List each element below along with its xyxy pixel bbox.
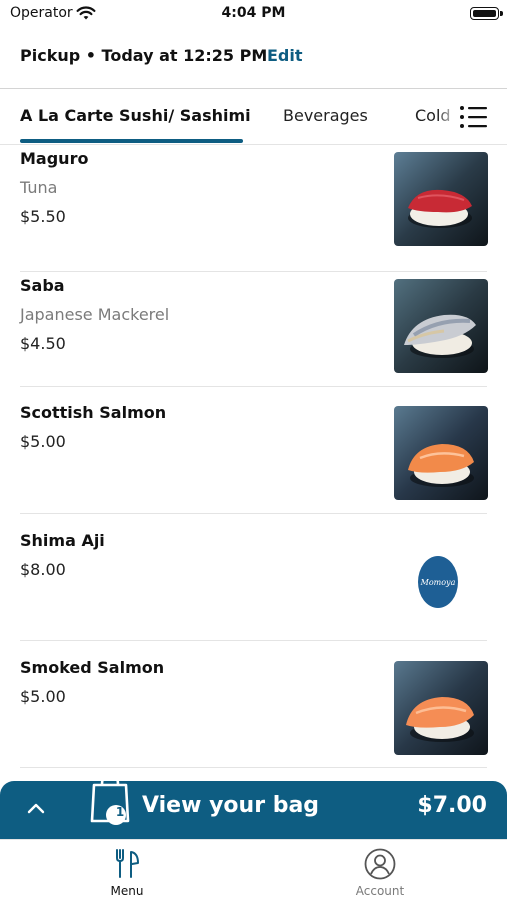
active-tab-indicator (20, 139, 243, 143)
menu-item-smoked-salmon[interactable]: Smoked Salmon $5.00 (0, 641, 507, 768)
battery-icon (470, 7, 503, 20)
user-circle-icon (364, 848, 396, 880)
chevron-up-icon[interactable] (26, 801, 46, 815)
smoked-salmon-nigiri-photo (394, 661, 488, 755)
logo-text: Momoya (420, 577, 456, 587)
view-bag-button[interactable]: 1 View your bag $7.00 (0, 771, 507, 839)
item-price: $5.00 (20, 432, 66, 451)
divider (20, 767, 487, 768)
menu-item-saba[interactable]: Saba Japanese Mackerel $4.50 (0, 260, 507, 387)
bag-total: $7.00 (417, 793, 487, 818)
tabbar-label: Account (355, 884, 405, 898)
tabbar-item-account[interactable]: Account (300, 840, 460, 900)
mackerel-nigiri-photo (394, 279, 488, 373)
status-time: 4:04 PM (221, 5, 286, 21)
view-bag-label: View your bag (142, 793, 320, 818)
category-tabs: A La Carte Sushi/ Sashimi Beverages Cold (0, 89, 507, 145)
item-name: Scottish Salmon (20, 403, 167, 422)
item-description: Tuna (20, 178, 58, 197)
item-name: Saba (20, 276, 65, 295)
tabbar-label: Menu (110, 884, 144, 898)
bottom-tab-bar: Menu Account (0, 839, 507, 900)
order-header: Pickup • Today at 12:25 PM Edit (0, 36, 507, 78)
menu-list: Maguro Tuna $5.50 Saba Japanese Mackerel… (0, 145, 507, 781)
item-price: $8.00 (20, 560, 66, 579)
item-name: Maguro (20, 149, 89, 168)
tab-a-la-carte-sushi-sashimi[interactable]: A La Carte Sushi/ Sashimi (20, 106, 251, 125)
item-price: $5.00 (20, 687, 66, 706)
edit-order-link[interactable]: Edit (267, 46, 303, 65)
item-name: Shima Aji (20, 531, 105, 550)
fork-knife-icon (116, 849, 139, 878)
menu-item-maguro[interactable]: Maguro Tuna $5.50 (0, 145, 507, 272)
item-price: $4.50 (20, 334, 66, 353)
bag-count-badge: 1 (115, 805, 125, 819)
item-description: Japanese Mackerel (20, 305, 170, 324)
category-list-icon[interactable] (458, 104, 488, 130)
tabbar-item-menu[interactable]: Menu (47, 840, 207, 900)
pickup-info: Pickup • Today at 12:25 PM (20, 46, 268, 65)
menu-item-scottish-salmon[interactable]: Scottish Salmon $5.00 (0, 387, 507, 514)
item-price: $5.50 (20, 207, 66, 226)
menu-item-shima-aji[interactable]: Shima Aji $8.00 Momoya (0, 514, 507, 641)
item-name: Smoked Salmon (20, 658, 165, 677)
status-bar: Operator 4:04 PM (0, 0, 507, 30)
salmon-nigiri-photo (394, 406, 488, 500)
tab-beverages[interactable]: Beverages (283, 106, 368, 125)
shopping-bag-icon (90, 771, 130, 825)
tuna-nigiri-photo (394, 152, 488, 246)
restaurant-logo: Momoya (418, 556, 458, 608)
